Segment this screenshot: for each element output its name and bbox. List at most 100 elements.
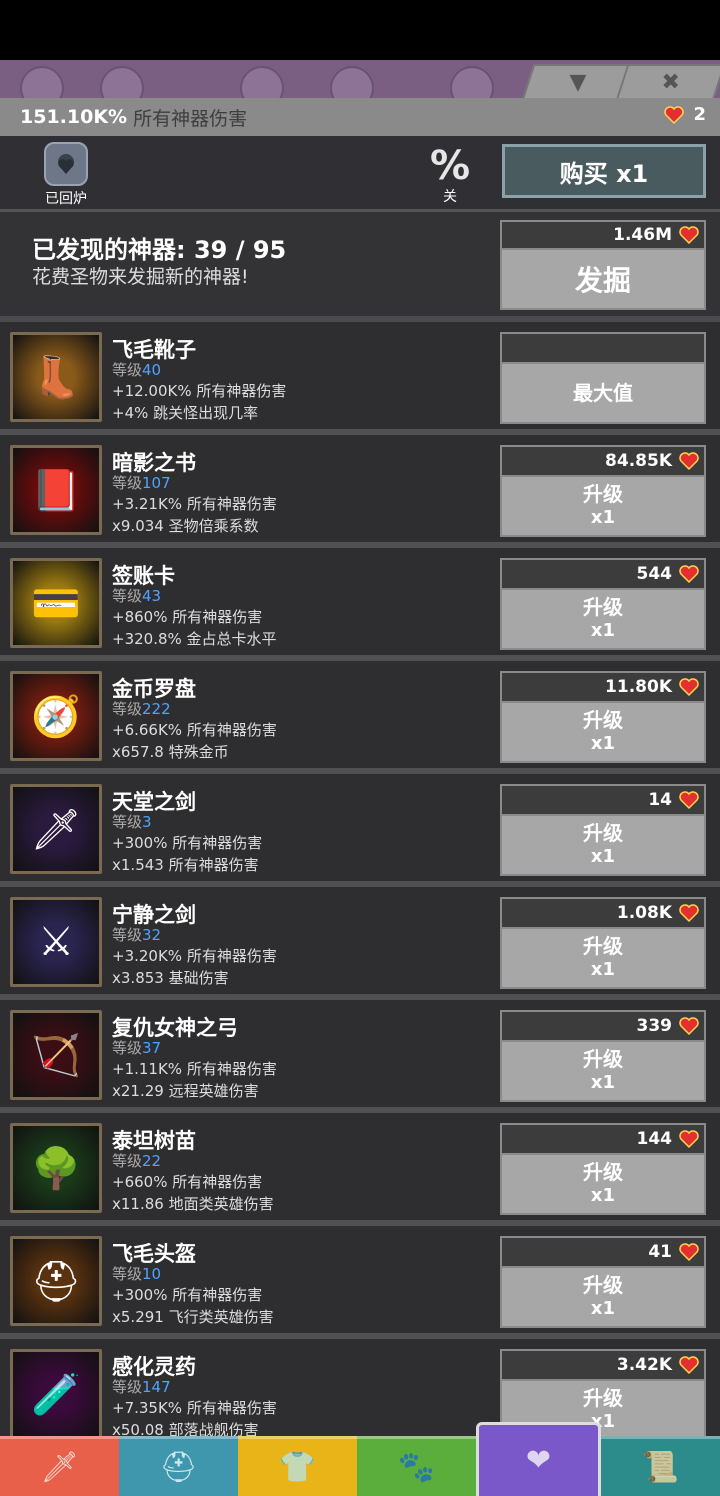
salvage-label: 已回炉 — [45, 191, 87, 207]
upgrade-cost: 11.80K — [500, 671, 706, 703]
winged-heart-icon — [678, 225, 700, 245]
tab-pets[interactable]: 🐾 — [357, 1436, 476, 1496]
level-label: 等级 — [112, 926, 143, 944]
artifact-effect-secondary: x21.29 远程英雄伤害 — [112, 1082, 259, 1100]
salvage-toggle[interactable]: 已回炉 — [38, 142, 94, 208]
discovered-count: 已发现的神器: 39 / 95 — [32, 236, 287, 264]
upgrade-button[interactable]: 升级 x1 — [500, 816, 706, 876]
level-value: 107 — [142, 474, 171, 492]
artifact-image[interactable]: 📕 — [10, 445, 102, 535]
upgrade-cost-value: 1.08K — [616, 903, 672, 923]
upgrade-cost — [500, 332, 706, 364]
tab-heroes[interactable]: ⛑ — [119, 1436, 238, 1496]
upgrade-cost-value: 3.42K — [616, 1355, 672, 1375]
artifact-image[interactable]: ⛑ — [10, 1236, 102, 1326]
artifact-list[interactable]: 👢 飞毛靴子 等级40 +12.00K% 所有神器伤害 +4% 跳关怪出现几率 最大值 📕 暗… — [0, 322, 720, 1436]
upgrade-multiplier: x1 — [590, 1298, 616, 1319]
artifact-image[interactable]: 🌳 — [10, 1123, 102, 1213]
gear-icon[interactable] — [20, 66, 64, 98]
round-icon[interactable] — [240, 66, 284, 98]
crossed-swords-icon[interactable] — [100, 66, 144, 98]
tab-sword[interactable]: 🗡 — [0, 1436, 119, 1496]
buy-multiplier-button[interactable]: 购买 x1 — [502, 144, 706, 198]
artifact-effect-secondary: x3.853 基础伤害 — [112, 969, 229, 987]
chevron-down-icon: ▼ — [569, 69, 587, 95]
tab-equipment[interactable]: 👕 — [238, 1436, 357, 1496]
tab-artifacts[interactable]: ❤ — [476, 1422, 601, 1496]
winged-heart-icon — [678, 451, 700, 471]
upgrade-cost-value: 144 — [636, 1129, 673, 1149]
upgrade-button-label: 升级 — [583, 595, 623, 619]
discover-cost-value: 1.46M — [613, 225, 672, 245]
upgrade-button[interactable]: 最大值 — [500, 364, 706, 424]
artifact-effect-secondary: x11.86 地面类英雄伤害 — [112, 1195, 274, 1213]
discover-button[interactable]: 发掘 — [500, 250, 706, 310]
upgrade-button[interactable]: 升级 x1 — [500, 1155, 706, 1215]
level-value: 222 — [142, 700, 171, 718]
round-icon[interactable] — [450, 66, 494, 98]
round-icon[interactable] — [330, 66, 374, 98]
level-label: 等级 — [112, 1039, 143, 1057]
winged-heart-icon — [678, 790, 700, 810]
artifact-row: 🗡 天堂之剑 等级3 +300% 所有神器伤害 x1.543 所有神器伤害 14 升级 x1 — [0, 774, 720, 887]
upgrade-cost: 544 — [500, 558, 706, 590]
percent-icon: % — [429, 143, 471, 189]
artifact-image[interactable]: 👢 — [10, 332, 102, 422]
upgrade-multiplier: x1 — [590, 846, 616, 867]
artifact-row: 💳 签账卡 等级43 +860% 所有神器伤害 +320.8% 金占总卡水平 544 升级 x… — [0, 548, 720, 661]
level-value: 43 — [142, 587, 162, 605]
upgrade-button[interactable]: 升级 x1 — [500, 477, 706, 537]
artifact-level: 等级3 — [112, 811, 152, 832]
winged-heart-icon — [663, 105, 685, 125]
upgrade-button[interactable]: 升级 x1 — [500, 1042, 706, 1102]
artifact-level: 等级107 — [112, 472, 171, 493]
artifact-row: 📕 暗影之书 等级107 +3.21K% 所有神器伤害 x9.034 圣物倍乘系数 84.… — [0, 435, 720, 548]
artifact-level: 等级10 — [112, 1263, 161, 1284]
upgrade-button-label: 升级 — [583, 1047, 623, 1071]
artifact-level: 等级222 — [112, 698, 171, 719]
upgrade-button[interactable]: 升级 x1 — [500, 929, 706, 989]
artifact-image[interactable]: 💳 — [10, 558, 102, 648]
artifact-image[interactable]: 🧭 — [10, 671, 102, 761]
upgrade-cost: 14 — [500, 784, 706, 816]
artifact-effect-secondary: x50.08 部落战舰伤害 — [112, 1421, 259, 1436]
upgrade-cost-value: 84.85K — [605, 451, 672, 471]
tab-shop[interactable]: 📜 — [601, 1436, 720, 1496]
close-panel-button[interactable]: ✖ — [616, 64, 720, 98]
upgrade-button-label: 升级 — [583, 821, 623, 845]
artifact-image[interactable]: 🏹 — [10, 1010, 102, 1100]
artifact-image[interactable]: 🧪 — [10, 1349, 102, 1436]
artifact-effect-primary: +300% 所有神器伤害 — [112, 1286, 263, 1304]
artifact-effect-primary: +12.00K% 所有神器伤害 — [112, 382, 287, 400]
upgrade-cost: 339 — [500, 1010, 706, 1042]
upgrade-box: 14 升级 x1 — [500, 784, 706, 876]
upgrade-cost-value: 544 — [636, 564, 673, 584]
artifact-icon: ⚔ — [13, 900, 99, 984]
artifact-image[interactable]: ⚔ — [10, 897, 102, 987]
artifact-effect-secondary: x1.543 所有神器伤害 — [112, 856, 259, 874]
upgrade-button-label: 最大值 — [573, 380, 633, 405]
percent-toggle[interactable]: % 关 — [422, 146, 478, 206]
artifact-row: ⚔ 宁静之剑 等级32 +3.20K% 所有神器伤害 x3.853 基础伤害 1.08K 升… — [0, 887, 720, 1000]
level-value: 147 — [142, 1378, 171, 1396]
artifact-level: 等级40 — [112, 359, 161, 380]
discover-cost: 1.46M — [500, 220, 706, 250]
status-bar — [0, 0, 720, 60]
artifact-effect-primary: +7.35K% 所有神器伤害 — [112, 1399, 277, 1417]
artifact-effect-primary: +3.21K% 所有神器伤害 — [112, 495, 277, 513]
upgrade-button[interactable]: 升级 x1 — [500, 1268, 706, 1328]
upgrade-button-label: 升级 — [583, 1386, 623, 1410]
close-icon: ✖ — [661, 69, 680, 95]
level-label: 等级 — [112, 1378, 143, 1396]
upgrade-box: 144 升级 x1 — [500, 1123, 706, 1215]
level-value: 3 — [142, 813, 152, 831]
artifact-icon: 🗡 — [13, 787, 99, 871]
pet-icon: 🐾 — [397, 1450, 436, 1485]
upgrade-box: 544 升级 x1 — [500, 558, 706, 650]
upgrade-button[interactable]: 升级 x1 — [500, 703, 706, 763]
upgrade-multiplier: x1 — [590, 1185, 616, 1206]
upgrade-button[interactable]: 升级 x1 — [500, 590, 706, 650]
artifact-image[interactable]: 🗡 — [10, 784, 102, 874]
artifact-effect-secondary: x5.291 飞行类英雄伤害 — [112, 1308, 274, 1326]
upgrade-box: 1.08K 升级 x1 — [500, 897, 706, 989]
